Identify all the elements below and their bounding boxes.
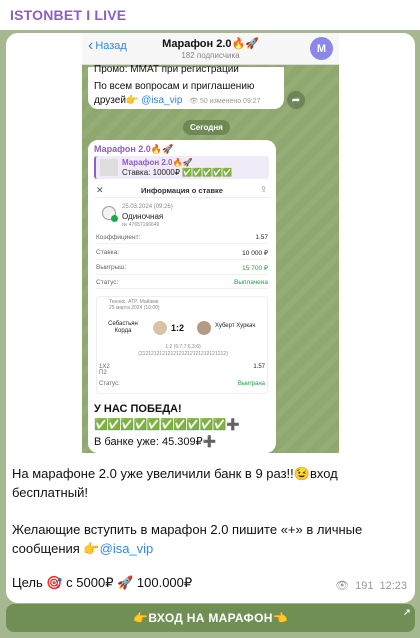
match-status-label: Статус: [99,381,120,387]
bet-market-value: П2 [99,370,107,376]
caption-paragraph-2: Желающие вступить в марафон 2.0 пишите «… [12,520,408,558]
row-value: 10 000 ₽ [242,250,268,257]
row-value: 1.57 [255,234,268,241]
match-bet-row: 1X2 П2 1.57 [99,364,265,376]
row-label: Коэффициент: [96,234,141,241]
contact-link: @isa_vip [141,95,183,106]
message-header: Марафон 2.0🔥🚀 [94,144,174,154]
quote-title: Марафон 2.0🔥🚀 [122,158,193,167]
inner-chat-title: Марафон 2.0🔥🚀 [162,38,259,50]
match-score: 1:2 [171,323,185,333]
row-label: Статус: [96,279,119,286]
inner-subscribers: 182 подписчика [181,51,240,60]
view-count: 191 [355,579,374,592]
row-label: Ставка: [96,249,120,256]
reply-quote: Марафон 2.0🔥🚀 Ставка: 10000₽ ✅✅✅✅✅ [94,156,269,179]
caption-invite-text: Желающие вступить в марафон 2.0 пишите «… [12,522,363,556]
row-value: Выплачена [234,279,268,286]
post-stats: 👁 191 12:23 [335,579,407,593]
join-marathon-label: 👉ВХОД НА МАРАФОН👈 [133,611,288,625]
post-time: 12:23 [379,579,407,592]
quote-text: Ставка: 10000₽ ✅✅✅✅✅ [122,168,232,177]
player-two: Хуберт Хуркач [215,323,256,329]
check-icon [111,215,118,222]
bet-type: Одиночная [122,212,164,221]
player-one-avatar [153,321,167,335]
avatar: M [310,37,333,60]
win-checks: ✅✅✅✅✅✅✅✅✅✅➕ [94,419,240,431]
post-image[interactable]: ‹ Назад Марафон 2.0🔥🚀 182 подписчика M П… [82,33,339,453]
match-status: Выиграна [237,381,265,387]
join-marathon-button[interactable]: 👉ВХОД НА МАРАФОН👈 ↗ [6,604,415,632]
result-message: Марафон 2.0🔥🚀 Марафон 2.0🔥🚀 Ставка: 1000… [88,140,276,453]
bet-date: 25.03.2024 (09:26) [122,204,173,210]
friends-line: друзей👉 @isa_vip 👁 50 изменено 09:27 [94,94,284,108]
match-coef: 1.57 [253,364,265,370]
inner-chat-header: ‹ Назад Марафон 2.0🔥🚀 182 подписчика M [82,33,339,65]
caption-contact-link[interactable]: @isa_vip [100,541,154,556]
bet-info-bar: ✕ Информация о ставке ⇪ [94,184,270,198]
match-bet-market: 1X2 П2 [99,364,110,376]
row-label: Выигрыш: [96,264,127,271]
bet-row-stake: Ставка: 10 000 ₽ [96,247,268,260]
point-sequence: (2121212121212121212121212121212) [138,351,228,357]
bet-info-title: Информация о ставке [141,186,223,195]
share-icon: ⇪ [260,185,267,194]
bank-total: В банке уже: 45.309₽➕ [94,436,217,448]
date-separator: Сегодня [183,120,230,135]
caption-paragraph-1: На марафоне 2.0 уже увеличили банк в 9 р… [12,466,338,500]
previous-message: Промо: MMAT при регистрации По всем вопр… [88,64,284,109]
quote-thumbnail [100,159,118,176]
message-meta: 👁 50 изменено 09:27 [189,98,261,105]
match-header: Теннис. ATP. Майами 25 марта 2024 (16:00… [109,299,160,311]
channel-post[interactable]: ‹ Назад Марафон 2.0🔥🚀 182 подписчика M П… [6,33,415,603]
share-icon: ➦ [287,91,305,109]
match-status-row: Статус: Выиграна [99,381,265,387]
win-text: У НАС ПОБЕДА! [94,403,182,415]
player-two-avatar [197,321,211,335]
external-link-icon: ↗ [403,607,411,617]
set-scores: 1:2 (6:7,7:6,3:6) [165,344,201,350]
promo-line: Промо: MMAT при регистрации [94,64,239,75]
bet-row-win: Выигрыш: 15 700 ₽ [96,262,268,275]
match-card: Теннис. ATP. Майами 25 марта 2024 (16:00… [96,296,268,394]
friends-prefix: друзей👉 [94,95,139,106]
eye-icon: 👁 [335,580,350,592]
questions-line: По всем вопросам и приглашению [94,81,255,92]
bet-number: № 47657166649 [122,222,160,228]
bet-row-status: Статус: Выплачена [96,277,268,289]
channel-header[interactable]: ISTONBET I LIVE [0,0,420,30]
match-date: 25 марта 2024 (16:00) [109,305,160,311]
row-value: 15 700 ₽ [242,265,268,272]
bet-row-coef: Коэффициент: 1.57 [96,232,268,244]
bet-info-card: ✕ Информация о ставке ⇪ 25.03.2024 (09:2… [94,184,270,396]
player-one: Себастьян Корда [108,321,138,334]
channel-title[interactable]: ISTONBET I LIVE [10,7,126,23]
